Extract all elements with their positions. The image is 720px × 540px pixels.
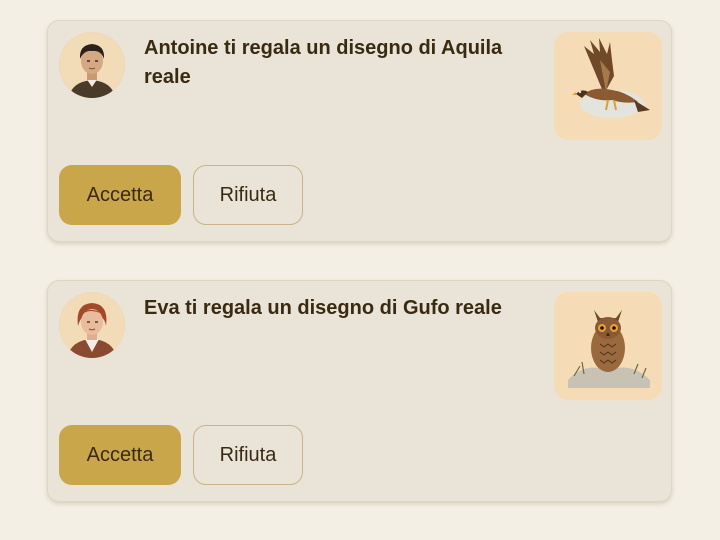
man-portrait-icon [59,32,125,98]
gift-requests-screen: Antoine ti regala un disegno di Aquila r… [0,0,720,540]
gift-message: Eva ti regala un disegno di Gufo reale [144,297,502,319]
drawing-thumbnail[interactable] [554,32,662,140]
accept-button[interactable]: Accetta [59,425,181,485]
sender-avatar[interactable] [59,32,125,98]
golden-eagle-drawing-icon [554,32,662,140]
sender-avatar[interactable] [59,292,125,358]
gift-notification-card: Eva ti regala un disegno di Gufo reale A… [47,280,672,502]
accept-button[interactable]: Accetta [59,165,181,225]
eagle-owl-drawing-icon [554,292,662,400]
gift-message: Antoine ti regala un disegno di Aquila r… [144,37,503,88]
gift-notification-card: Antoine ti regala un disegno di Aquila r… [47,20,672,242]
drawing-thumbnail[interactable] [554,292,662,400]
woman-portrait-icon [59,292,125,358]
reject-button[interactable]: Rifiuta [193,425,303,485]
reject-button[interactable]: Rifiuta [193,165,303,225]
